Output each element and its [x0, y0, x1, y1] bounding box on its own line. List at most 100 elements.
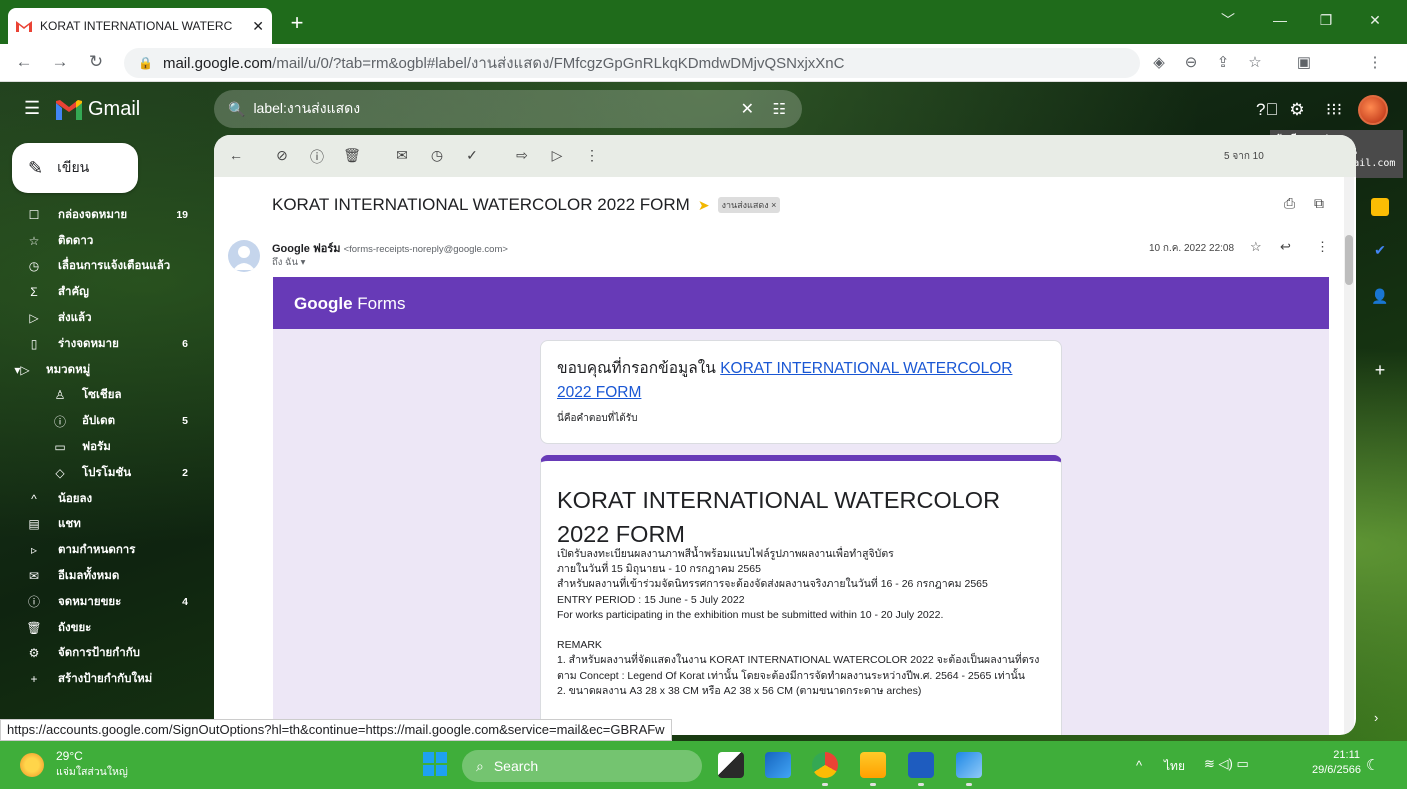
account-avatar[interactable] [1358, 95, 1388, 125]
extension-icon[interactable]: ◈ [1148, 52, 1170, 74]
sidebar-item-label: อีเมลทั้งหมด [58, 570, 120, 583]
new-tab-button[interactable]: + [285, 12, 309, 36]
sidebar-item[interactable]: ▹ ตามกำหนดการ [0, 537, 200, 563]
sidebar-item[interactable]: ▭ ฟอรัม [0, 434, 200, 460]
report-spam-icon[interactable]: ⓘ [307, 147, 327, 167]
mark-unread-icon[interactable]: ✉ [392, 147, 412, 164]
weather-widget[interactable]: 29°C แจ่มใสส่วนใหญ่ [20, 749, 128, 780]
clear-search-icon[interactable]: ✕ [741, 99, 754, 119]
chrome-menu-icon[interactable]: ⋮ [1364, 52, 1386, 74]
forward-icon[interactable]: → [48, 50, 72, 74]
archive-icon[interactable]: ⊘ [272, 147, 292, 164]
sidebar-item[interactable]: ♙ โซเชียล [0, 383, 200, 409]
sidebar-item[interactable]: ▯ ร่างจดหมาย 6 [0, 331, 200, 357]
reload-icon[interactable]: ↻ [84, 50, 108, 74]
minimize-icon[interactable]: — [1265, 8, 1295, 32]
delete-icon[interactable]: 🗑 [342, 147, 362, 164]
snooze-icon[interactable]: ◷ [427, 147, 447, 164]
labels-icon[interactable]: ▷ [547, 147, 567, 164]
search-options-icon[interactable]: ☷ [773, 100, 786, 118]
weather-sun-icon [20, 752, 44, 777]
close-window-icon[interactable]: ✕ [1360, 8, 1390, 32]
sidebar-item[interactable]: ◷ เลื่อนการแจ้งเตือนแล้ว [0, 254, 200, 280]
search-icon[interactable]: 🔍 [228, 101, 245, 118]
sidebar-item[interactable]: ⚙ จัดการป้ายกำกับ [0, 641, 200, 667]
print-icon[interactable]: ⎙ [1284, 195, 1295, 212]
message-more-icon[interactable]: ⋮ [1316, 239, 1329, 255]
sidebar-item[interactable]: 🗑 ถังขยะ [0, 615, 200, 641]
windows-start-icon[interactable] [423, 752, 447, 776]
gmail-wordmark: Gmail [88, 98, 141, 120]
sidebar-item[interactable]: ✉ อีเมลทั้งหมด [0, 563, 200, 589]
sidebar-item[interactable]: ◇ โปรโมชัน 2 [0, 460, 200, 486]
photos-icon[interactable] [956, 752, 982, 778]
tasks-icon[interactable]: ✔ [1371, 242, 1389, 260]
recipient-details[interactable]: ถึง ฉัน ▾ [272, 255, 305, 270]
weather-temp: 29°C [56, 749, 83, 763]
label-chip[interactable]: งานส่งแสดง × [717, 197, 781, 213]
star-message-icon[interactable]: ☆ [1250, 239, 1262, 255]
sidebar-item[interactable]: + สร้างป้ายกำกับใหม่ [0, 666, 200, 692]
address-bar[interactable]: 🔒 mail.google.com/mail/u/0/?tab=rm&ogbl#… [124, 48, 1140, 78]
keep-icon[interactable] [1371, 198, 1389, 216]
social-icon: ♙ [54, 388, 66, 403]
store-icon[interactable] [765, 752, 791, 778]
sidebar-item[interactable]: ▤ แชท [0, 512, 200, 538]
apps-grid-icon[interactable]: ⁝⁝⁝ [1323, 100, 1345, 120]
back-to-list-icon[interactable]: ← [226, 147, 246, 163]
sender-avatar[interactable] [228, 240, 260, 272]
settings-gear-icon[interactable]: ⚙ [1286, 100, 1308, 120]
gmail-logo[interactable]: Gmail [56, 98, 140, 121]
help-icon[interactable]: ?⃝ [1256, 100, 1278, 120]
clock[interactable]: 21:11 29/6/2566 [1312, 748, 1361, 778]
open-new-window-icon[interactable]: ⧉ [1314, 195, 1324, 212]
file-explorer-icon[interactable] [860, 752, 886, 778]
sidebar-item[interactable]: ▾▷ หมวดหมู่ [0, 357, 200, 383]
sidebar-item[interactable]: ^ น้อยลง [0, 486, 200, 512]
tray-overflow-icon[interactable]: ^ [1136, 758, 1142, 773]
sender-name[interactable]: Google ฟอร์ม [272, 243, 341, 255]
sidebar-item[interactable]: ☆ ติดดาว [0, 228, 200, 254]
show-side-panel-chevron-icon[interactable]: › [1374, 710, 1378, 725]
sender-line: Google ฟอร์ม <forms-receipts-noreply@goo… [272, 239, 508, 257]
sidebar-item[interactable]: Σ สำคัญ [0, 279, 200, 305]
get-addons-icon[interactable]: + [1371, 360, 1389, 380]
input-language[interactable]: ไทย [1164, 757, 1185, 776]
add-to-tasks-icon[interactable]: ✓ [462, 147, 482, 164]
updates-icon: ⓘ [53, 414, 66, 429]
notification-moon-icon[interactable]: ☾ [1366, 756, 1379, 774]
task-view-icon[interactable] [718, 752, 744, 778]
sidebar-item[interactable]: ⓘ จดหมายขยะ 4 [0, 589, 200, 615]
sidebar-item[interactable]: ⓘ อัปเดต 5 [0, 408, 200, 434]
sidebar-item-label: โปรโมชัน [82, 466, 132, 479]
word-icon[interactable] [908, 752, 934, 778]
share-icon[interactable]: ⇪ [1212, 52, 1234, 74]
taskbar-search-label: Search [493, 758, 539, 774]
promotions-icon: ◇ [55, 465, 65, 480]
restore-icon[interactable]: ❐ [1311, 8, 1341, 32]
tab-close-icon[interactable]: ✕ [252, 18, 264, 35]
browser-tab[interactable]: KORAT INTERNATIONAL WATERC ✕ [8, 8, 272, 44]
lock-icon: 🔒 [138, 56, 153, 70]
more-actions-icon[interactable]: ⋮ [582, 147, 602, 164]
move-to-icon[interactable]: ⇨ [512, 147, 532, 164]
back-icon[interactable]: ← [12, 50, 36, 74]
reply-icon[interactable]: ↩ [1280, 239, 1291, 255]
form-description: เปิดรับลงทะเบียนผลงานภาพสีน้ำพร้อมแนบไฟล… [557, 548, 1040, 697]
sidebar-item[interactable]: ☐ กล่องจดหมาย 19 [0, 202, 200, 228]
taskbar-search[interactable]: ⌕ Search [462, 750, 702, 782]
compose-button[interactable]: ✎ เขียน [12, 143, 138, 193]
sidebar-item[interactable]: ▷ ส่งแล้ว [0, 305, 200, 331]
mail-search-bar[interactable]: 🔍 label:งานส่งแสดง ✕ ☷ [214, 90, 802, 128]
tray-network-sound-battery-icon[interactable]: ≋ ◁) ▭ [1204, 756, 1249, 772]
contacts-icon[interactable]: 👤 [1371, 288, 1389, 306]
zoom-icon[interactable]: ⊖ [1180, 52, 1202, 74]
bookmark-star-icon[interactable]: ☆ [1244, 52, 1266, 74]
side-panel-icon[interactable]: ▣ [1293, 52, 1315, 74]
mail-scrollbar-thumb[interactable] [1345, 235, 1353, 285]
tab-search-chevron-icon[interactable]: ﹀ [1213, 8, 1243, 32]
search-query[interactable]: label:งานส่งแสดง [253, 98, 360, 120]
main-menu-icon[interactable]: ☰ [24, 98, 40, 119]
important-marker-icon[interactable]: ➤ [698, 197, 710, 214]
chrome-taskbar-icon[interactable] [812, 752, 838, 778]
